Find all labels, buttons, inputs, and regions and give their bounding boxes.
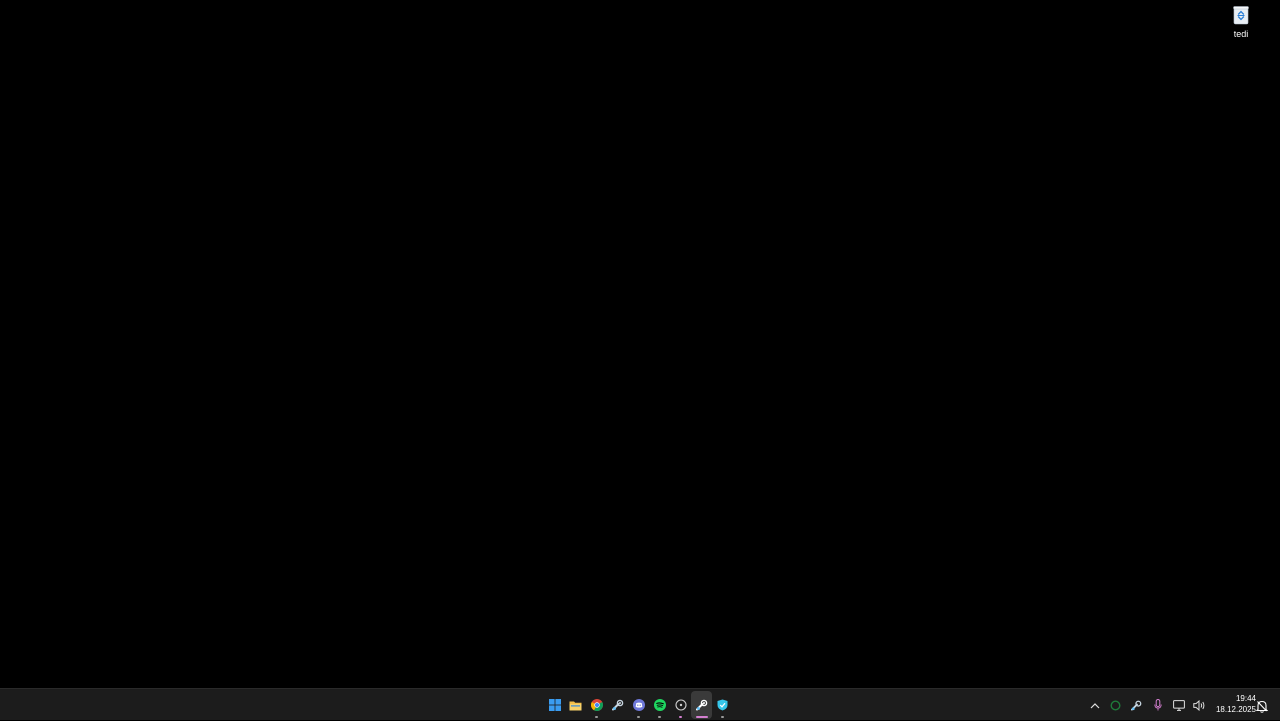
active-indicator <box>695 716 708 718</box>
running-indicator <box>637 716 640 718</box>
microphone-icon <box>1153 699 1162 711</box>
desktop: tedi <box>0 0 1280 688</box>
vpn-button[interactable] <box>712 691 733 719</box>
taskbar-apps <box>544 689 733 721</box>
circle-app-button[interactable] <box>670 691 691 719</box>
windows-start-icon <box>548 699 561 711</box>
spotify-button[interactable] <box>649 691 670 719</box>
steam-icon <box>695 699 707 711</box>
clock-date: 18.12.2025 <box>1215 705 1256 714</box>
tray-microphone[interactable] <box>1147 691 1168 719</box>
steam-button[interactable] <box>607 691 628 719</box>
nvidia-icon <box>1110 699 1121 711</box>
clock[interactable]: 19:44 18.12.2025 <box>1208 693 1256 715</box>
tray-network[interactable] <box>1168 691 1189 719</box>
show-hidden-icons-button[interactable] <box>1084 691 1105 719</box>
running-indicator <box>721 716 724 718</box>
steam-icon <box>611 699 623 711</box>
steam-tray-icon <box>1131 700 1142 711</box>
file-explorer-button[interactable] <box>565 691 586 719</box>
steam-active-button[interactable] <box>691 691 712 719</box>
chrome-icon <box>590 699 603 711</box>
desktop-icon-label: tedi <box>1233 29 1249 39</box>
chevron-up-icon <box>1090 702 1099 708</box>
desktop-icon-tedi[interactable]: tedi <box>1222 3 1260 43</box>
tray-app-steam[interactable] <box>1126 691 1147 719</box>
discord-icon <box>632 699 645 711</box>
chrome-button[interactable] <box>586 691 607 719</box>
discord-button[interactable] <box>628 691 649 719</box>
clock-time: 19:44 <box>1235 694 1256 703</box>
volume-icon <box>1193 699 1205 711</box>
network-icon <box>1172 699 1185 711</box>
recycle-bin-icon <box>1233 6 1249 25</box>
spotify-icon <box>653 699 666 711</box>
running-indicator <box>595 716 598 718</box>
tray-app-nvidia[interactable] <box>1105 691 1126 719</box>
circle-app-icon <box>674 699 687 711</box>
notification-bell-icon <box>1256 700 1268 713</box>
tray-volume[interactable] <box>1189 691 1210 719</box>
shield-icon <box>717 699 728 711</box>
running-indicator <box>679 716 682 718</box>
folder-icon <box>569 701 582 710</box>
start-button[interactable] <box>544 691 565 719</box>
system-tray <box>1084 689 1210 721</box>
notification-button[interactable] <box>1254 698 1270 714</box>
taskbar: 19:44 18.12.2025 <box>0 688 1280 720</box>
running-indicator <box>658 716 661 718</box>
